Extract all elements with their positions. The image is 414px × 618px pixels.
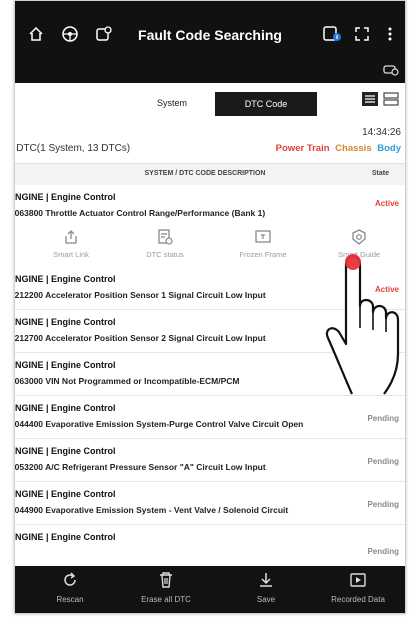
- tab-dtc-code[interactable]: DTC Code: [215, 92, 317, 116]
- row-description: P063000 VIN Not Programmed or Incompatib…: [14, 376, 240, 386]
- filter-chassis[interactable]: Chassis: [335, 143, 371, 154]
- table-row[interactable]: ENGINE | Engine Control P053200 A/C Refr…: [15, 439, 405, 482]
- filter-body[interactable]: Body: [377, 143, 401, 154]
- row-description: P063800 Throttle Actuator Control Range/…: [14, 208, 266, 218]
- status-icon: [157, 229, 173, 245]
- system-filters: Power Train Chassis Body: [276, 143, 401, 154]
- row-system: ENGINE | Engine Control: [14, 192, 116, 202]
- row-description: P044900 Evaporative Emission System - Ve…: [14, 505, 289, 515]
- smart-link-button[interactable]: Smart Link: [31, 229, 111, 259]
- row-system: ENGINE | Engine Control: [14, 317, 116, 327]
- record-icon: [349, 571, 367, 589]
- column-description: SYSTEM / DTC CODE DESCRIPTION: [144, 170, 266, 177]
- row-system: ENGINE | Engine Control: [14, 532, 116, 542]
- table-row[interactable]: ENGINE | Engine Control P044900 Evaporat…: [15, 482, 405, 525]
- timestamp: 14:34:26: [362, 127, 401, 138]
- grid-view-icon[interactable]: [383, 91, 399, 109]
- car-settings-icon[interactable]: [383, 61, 399, 77]
- row-system: ENGINE | Engine Control: [14, 489, 116, 499]
- table-header: SYSTEM / DTC CODE DESCRIPTION State: [15, 163, 405, 187]
- row-system: ENGINE | Engine Control: [14, 403, 116, 413]
- home-icon[interactable]: [25, 23, 47, 45]
- erase-all-dtc-button[interactable]: Erase all DTC: [121, 571, 211, 604]
- row-description: P053200 A/C Refrigerant Pressure Sensor …: [14, 462, 266, 472]
- table-row[interactable]: ENGINE | Engine Control Pending: [15, 525, 405, 567]
- frame-icon: [255, 229, 271, 245]
- steering-wheel-icon[interactable]: [59, 23, 81, 45]
- vci-icon[interactable]: [321, 23, 343, 45]
- fullscreen-icon[interactable]: [351, 23, 373, 45]
- dtc-status-button[interactable]: DTC status: [125, 229, 205, 259]
- more-icon[interactable]: [379, 23, 401, 45]
- filter-power-train[interactable]: Power Train: [276, 143, 330, 154]
- recorded-data-button[interactable]: Recorded Data: [313, 571, 403, 604]
- row-description: P044400 Evaporative Emission System-Purg…: [14, 419, 304, 429]
- dtc-summary: ll DTC(1 System, 13 DTCs): [14, 143, 131, 154]
- view-tabs: System DTC Code: [15, 83, 405, 123]
- save-button[interactable]: Save: [221, 571, 311, 604]
- row-state: Pending: [367, 414, 399, 423]
- share-icon: [63, 229, 79, 245]
- column-state: State: [371, 170, 389, 177]
- rescan-icon: [61, 571, 79, 589]
- row-system: ENGINE | Engine Control: [14, 274, 116, 284]
- row-system: ENGINE | Engine Control: [14, 446, 116, 456]
- rescan-button[interactable]: Rescan: [25, 571, 115, 604]
- hand-pointer-icon: [322, 252, 406, 402]
- row-description: P212200 Accelerator Position Sensor 1 Si…: [14, 290, 266, 300]
- row-system: ENGINE | Engine Control: [14, 360, 116, 370]
- row-state: Active: [374, 199, 399, 208]
- bottom-toolbar: Rescan Erase all DTC Save Recorded Data: [15, 566, 405, 613]
- list-view-icon[interactable]: [362, 91, 378, 109]
- guide-icon: [351, 229, 367, 245]
- download-icon: [257, 571, 275, 589]
- tab-system[interactable]: System: [127, 92, 217, 114]
- frozen-frame-button[interactable]: Frozen Frame: [223, 229, 303, 259]
- row-state: Pending: [367, 457, 399, 466]
- top-bar: Fault Code Searching: [15, 1, 405, 83]
- row-description: P212700 Accelerator Position Sensor 2 Si…: [14, 333, 266, 343]
- trash-icon: [157, 571, 175, 589]
- row-state: Pending: [367, 547, 399, 556]
- table-row[interactable]: ENGINE | Engine Control P044400 Evaporat…: [15, 396, 405, 439]
- car-search-icon[interactable]: [93, 23, 115, 45]
- page-title: Fault Code Searching: [138, 27, 282, 43]
- table-row[interactable]: ENGINE | Engine Control P063800 Throttle…: [15, 185, 405, 226]
- row-state: Pending: [367, 500, 399, 509]
